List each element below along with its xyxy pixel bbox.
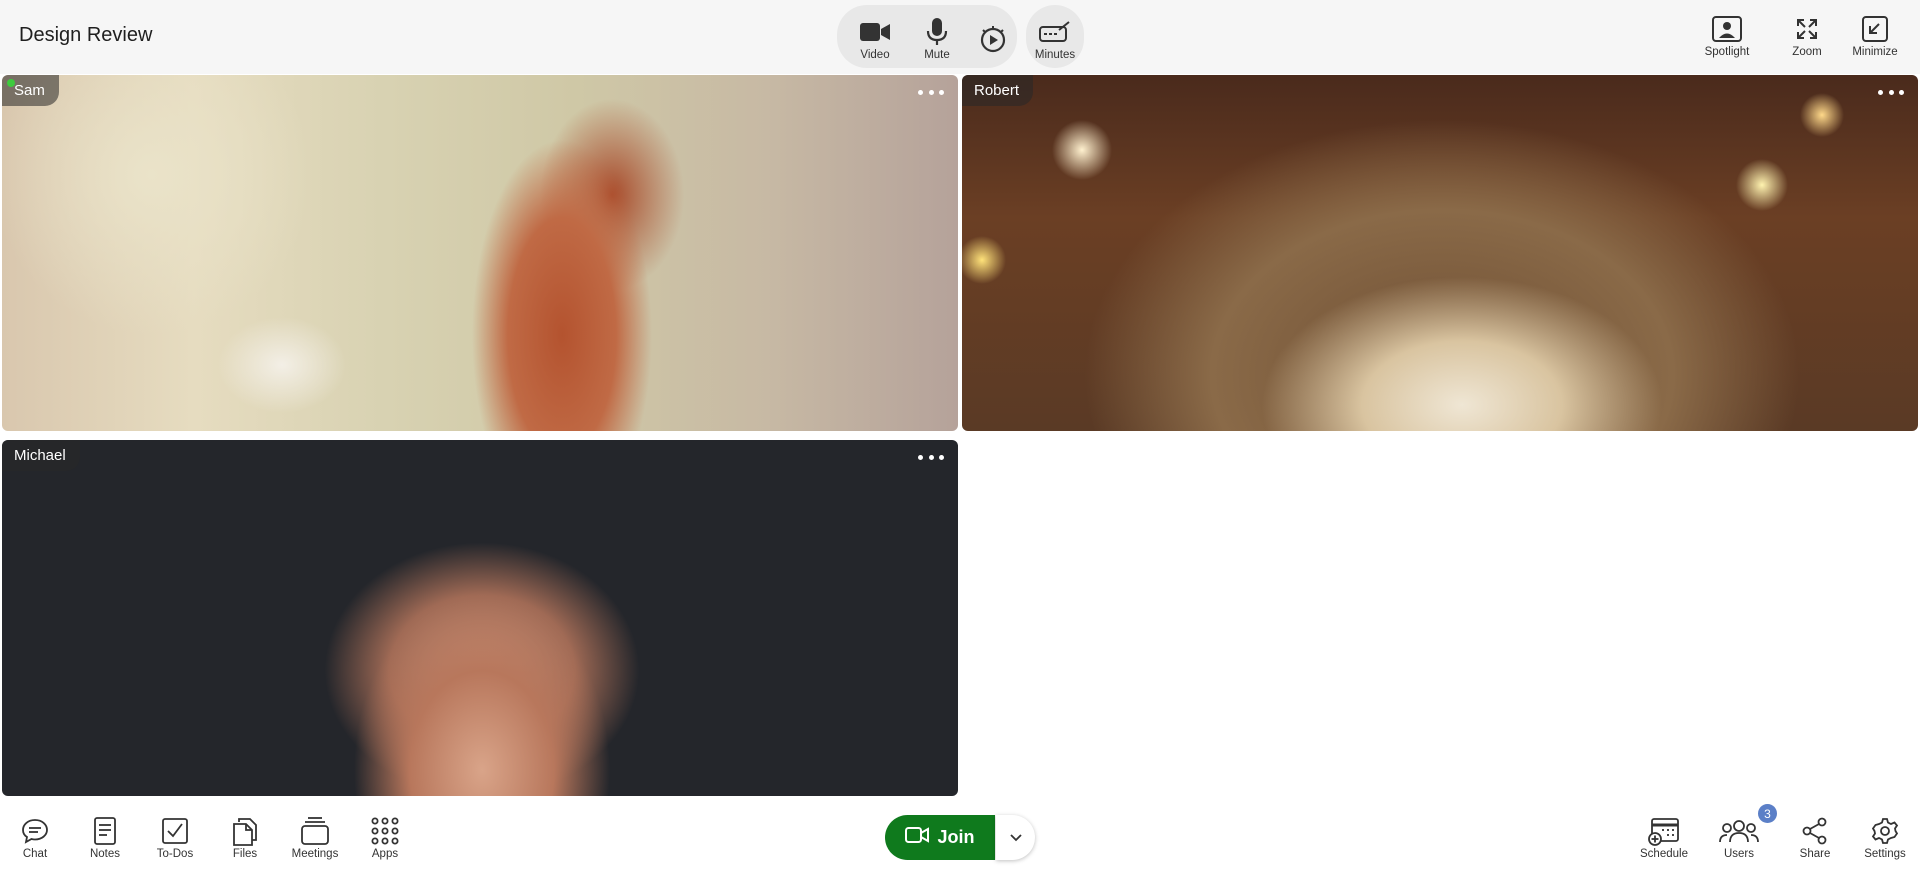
more-dot-icon bbox=[928, 89, 934, 95]
more-dot-icon bbox=[1899, 89, 1904, 95]
more-dot-icon bbox=[939, 89, 944, 95]
users-icon bbox=[1711, 816, 1767, 846]
minutes-icon bbox=[1027, 17, 1083, 47]
more-dot-icon bbox=[939, 454, 944, 460]
todos-label: To-Dos bbox=[156, 848, 194, 860]
zoom-button[interactable]: Zoom bbox=[1779, 14, 1835, 58]
more-dot-icon bbox=[918, 454, 923, 460]
users-button[interactable]: Users bbox=[1711, 816, 1767, 860]
video-camera-icon bbox=[847, 17, 903, 47]
meetings-label: Meetings bbox=[291, 848, 339, 860]
mute-label: Mute bbox=[924, 49, 950, 61]
notes-label: Notes bbox=[89, 848, 121, 860]
files-label: Files bbox=[232, 848, 258, 860]
settings-button[interactable]: Settings bbox=[1857, 816, 1913, 860]
files-icon bbox=[217, 816, 273, 846]
video-tile-sam[interactable]: Sam bbox=[2, 75, 958, 431]
apps-button[interactable]: Apps bbox=[357, 816, 413, 860]
todos-button[interactable]: To-Dos bbox=[147, 816, 203, 860]
video-button[interactable]: Video bbox=[847, 17, 903, 61]
speaking-indicator bbox=[7, 79, 15, 87]
minimize-icon bbox=[1847, 14, 1903, 44]
participant-name: Michael bbox=[14, 447, 66, 464]
minutes-button[interactable]: Minutes bbox=[1027, 17, 1083, 61]
more-dot-icon bbox=[928, 454, 934, 460]
video-tile-robert[interactable]: Robert bbox=[962, 75, 1918, 431]
participant-name-tag: Michael bbox=[2, 440, 80, 471]
meetings-button[interactable]: Meetings bbox=[287, 816, 343, 860]
share-icon bbox=[1787, 816, 1843, 846]
spotlight-icon bbox=[1699, 14, 1755, 44]
gear-icon bbox=[1857, 816, 1913, 846]
microphone-icon bbox=[909, 17, 965, 47]
notes-icon bbox=[77, 816, 133, 846]
join-options-dropdown[interactable] bbox=[996, 815, 1035, 860]
settings-label: Settings bbox=[1864, 848, 1906, 860]
spotlight-label: Spotlight bbox=[1704, 46, 1750, 58]
join-button[interactable]: Join bbox=[885, 815, 995, 860]
schedule-button[interactable]: Schedule bbox=[1636, 816, 1692, 860]
participant-name-tag: Robert bbox=[962, 75, 1034, 106]
more-dot-icon bbox=[1888, 89, 1894, 95]
apps-label: Apps bbox=[371, 848, 399, 860]
share-button[interactable]: Share bbox=[1787, 816, 1843, 860]
participant-name: Robert bbox=[974, 82, 1020, 99]
meetings-icon bbox=[287, 816, 343, 846]
more-dot-icon bbox=[1878, 89, 1883, 95]
media-controls-group: Video Mute bbox=[837, 5, 1017, 68]
minutes-group: Minutes bbox=[1026, 5, 1084, 68]
chat-icon bbox=[7, 816, 63, 846]
minutes-label: Minutes bbox=[1034, 49, 1076, 61]
join-label: Join bbox=[937, 827, 975, 847]
chevron-down-icon bbox=[1009, 829, 1022, 847]
timer-button[interactable] bbox=[965, 25, 1021, 55]
minimize-label: Minimize bbox=[1852, 46, 1898, 58]
tile-more-options-button[interactable] bbox=[918, 450, 944, 464]
files-button[interactable]: Files bbox=[217, 816, 273, 860]
more-dot-icon bbox=[918, 89, 923, 95]
spotlight-button[interactable]: Spotlight bbox=[1699, 14, 1755, 58]
video-tile-michael[interactable]: Michael bbox=[2, 440, 958, 796]
mute-button[interactable]: Mute bbox=[909, 17, 965, 61]
users-label: Users bbox=[1723, 848, 1755, 860]
chat-button[interactable]: Chat bbox=[7, 816, 63, 860]
share-label: Share bbox=[1799, 848, 1831, 860]
video-label: Video bbox=[860, 49, 890, 61]
schedule-label: Schedule bbox=[1640, 848, 1688, 860]
top-bar: Design Review Video Mute Minutes Spotlig… bbox=[0, 0, 1920, 74]
meeting-title: Design Review bbox=[19, 24, 153, 46]
expand-icon bbox=[1779, 14, 1835, 44]
bottom-toolbar: Chat Notes To-Dos Files Meetings Apps Jo… bbox=[0, 798, 1920, 878]
calendar-add-icon bbox=[1636, 816, 1692, 846]
checkbox-icon bbox=[147, 816, 203, 846]
clock-play-icon bbox=[965, 25, 1021, 55]
participant-name: Sam bbox=[14, 82, 45, 99]
users-count-badge: 3 bbox=[1758, 804, 1777, 823]
apps-grid-icon bbox=[357, 816, 413, 846]
video-camera-icon bbox=[905, 827, 930, 848]
zoom-label: Zoom bbox=[1792, 46, 1822, 58]
minimize-button[interactable]: Minimize bbox=[1847, 14, 1903, 58]
notes-button[interactable]: Notes bbox=[77, 816, 133, 860]
chat-label: Chat bbox=[22, 848, 48, 860]
tile-more-options-button[interactable] bbox=[1878, 85, 1904, 99]
tile-more-options-button[interactable] bbox=[918, 85, 944, 99]
